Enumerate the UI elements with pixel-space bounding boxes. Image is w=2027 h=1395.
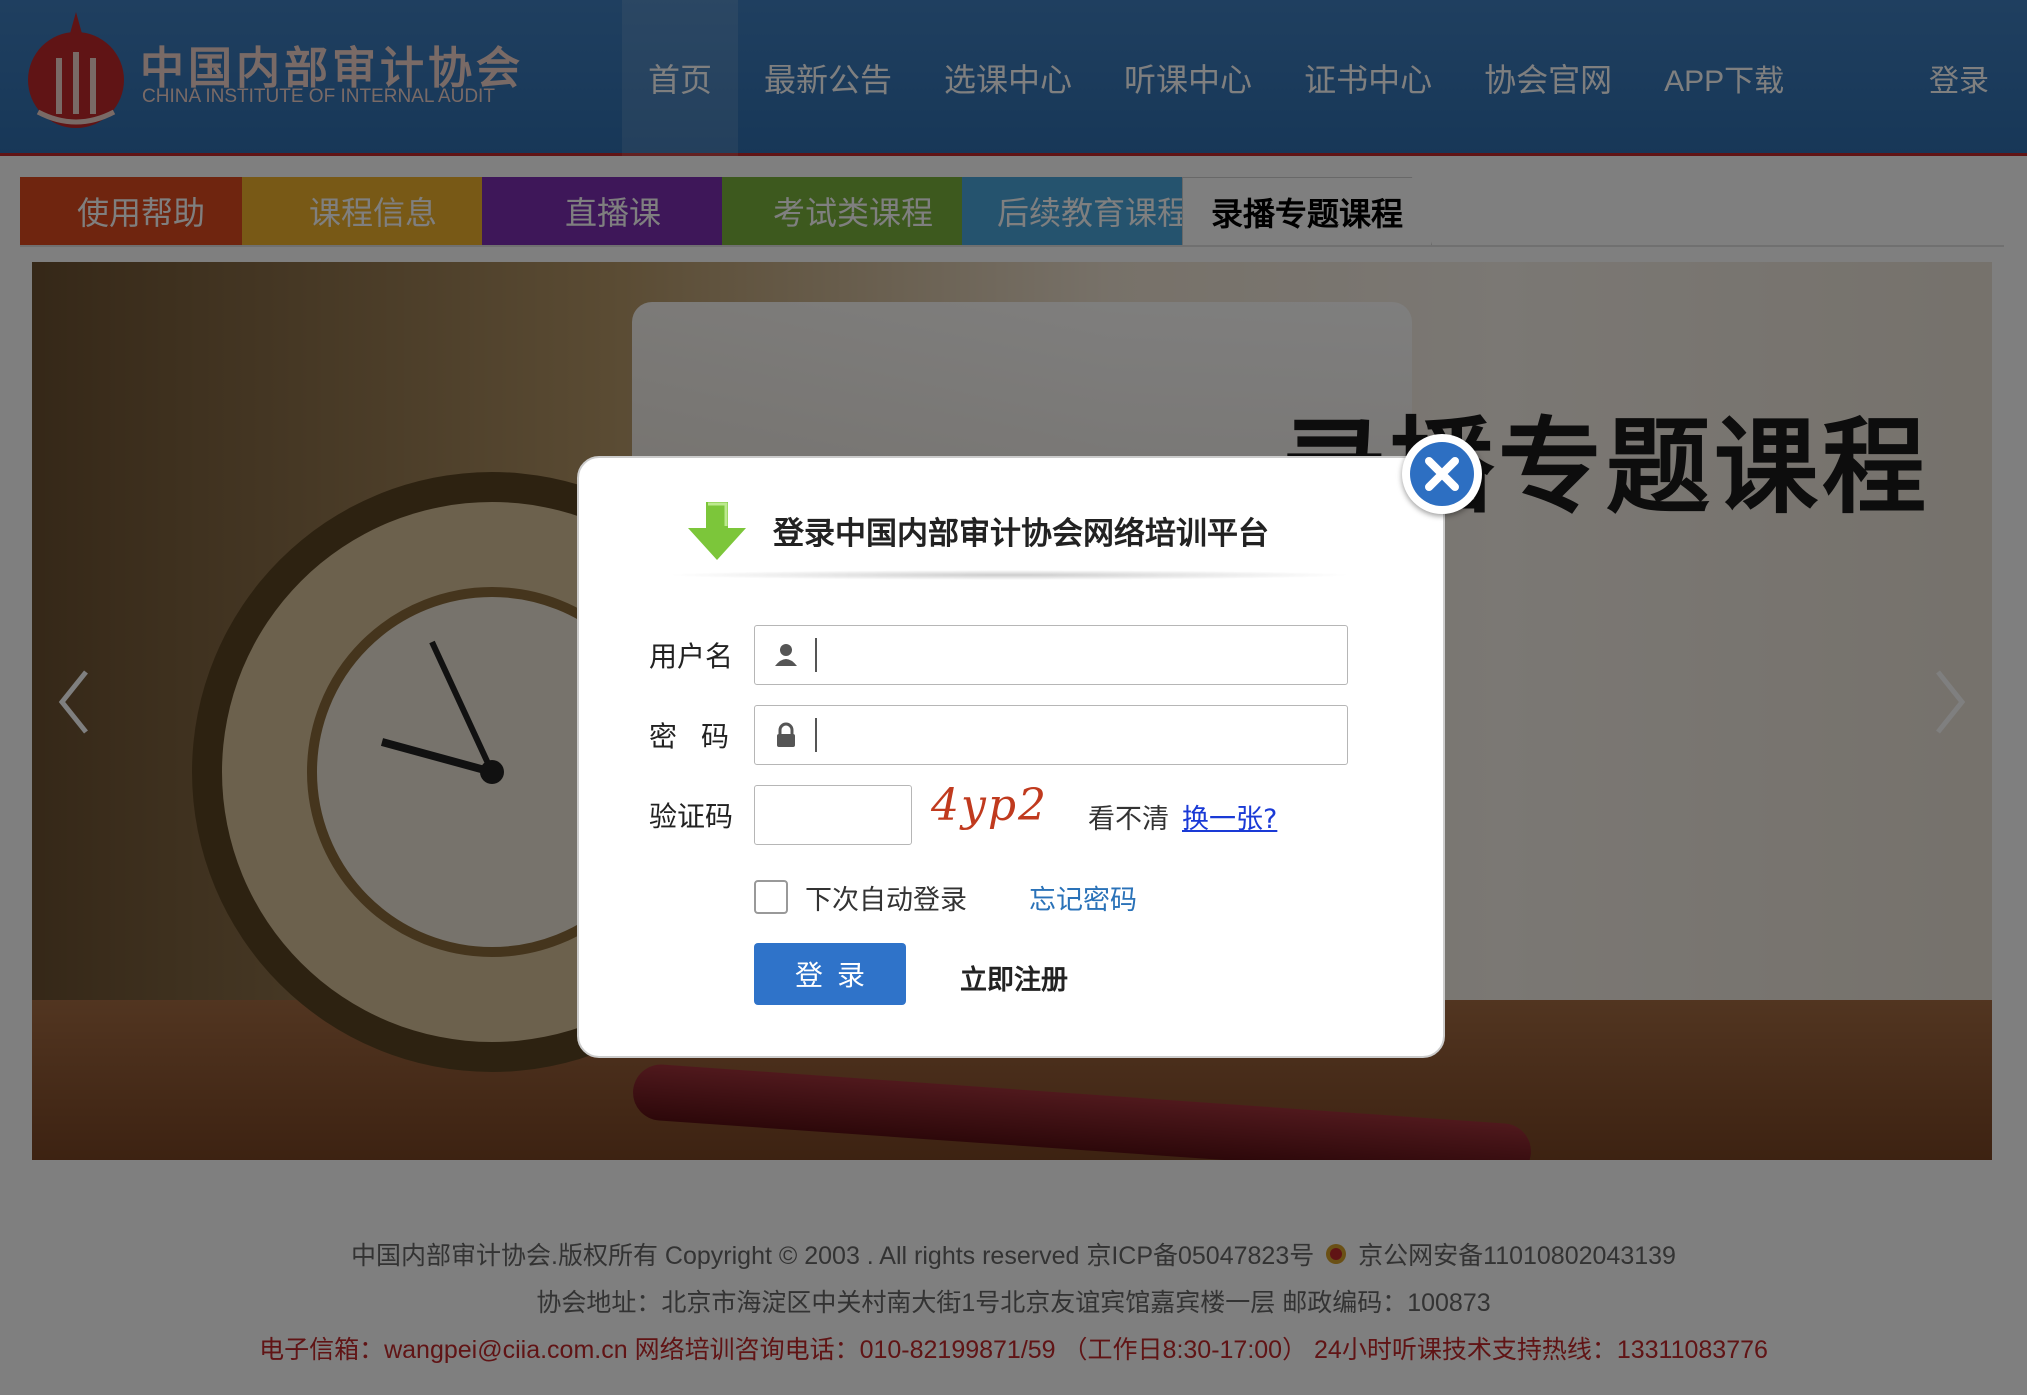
captcha-label: 验证码 — [649, 800, 734, 833]
password-label: 密码 — [649, 720, 754, 753]
close-icon[interactable] — [1402, 434, 1482, 514]
captcha-input[interactable] — [754, 785, 912, 845]
forgot-password-link[interactable]: 忘记密码 — [1029, 878, 1137, 917]
register-link[interactable]: 立即注册 — [960, 958, 1068, 997]
username-cursor — [815, 638, 817, 672]
modal-title-divider — [664, 570, 1354, 580]
login-modal: 登录中国内部审计协会网络培训平台 用户名 密码 验证码 4yp2 看不清 换一张… — [577, 456, 1445, 1058]
down-arrow-icon — [688, 502, 746, 560]
captcha-refresh-link[interactable]: 换一张? — [1182, 797, 1277, 836]
login-button[interactable]: 登录 — [754, 943, 906, 1005]
username-label: 用户名 — [649, 640, 734, 673]
password-cursor — [815, 718, 817, 752]
remember-me-label[interactable]: 下次自动登录 — [805, 878, 967, 917]
captcha-hint: 看不清 — [1088, 804, 1169, 835]
modal-title: 登录中国内部审计协会网络培训平台 — [773, 516, 1269, 552]
remember-me-checkbox[interactable] — [754, 880, 788, 914]
lock-icon — [777, 722, 795, 747]
user-icon — [775, 644, 797, 666]
password-field[interactable] — [754, 705, 1348, 765]
username-field[interactable] — [754, 625, 1348, 685]
captcha-image[interactable]: 4yp2 — [931, 780, 1059, 840]
